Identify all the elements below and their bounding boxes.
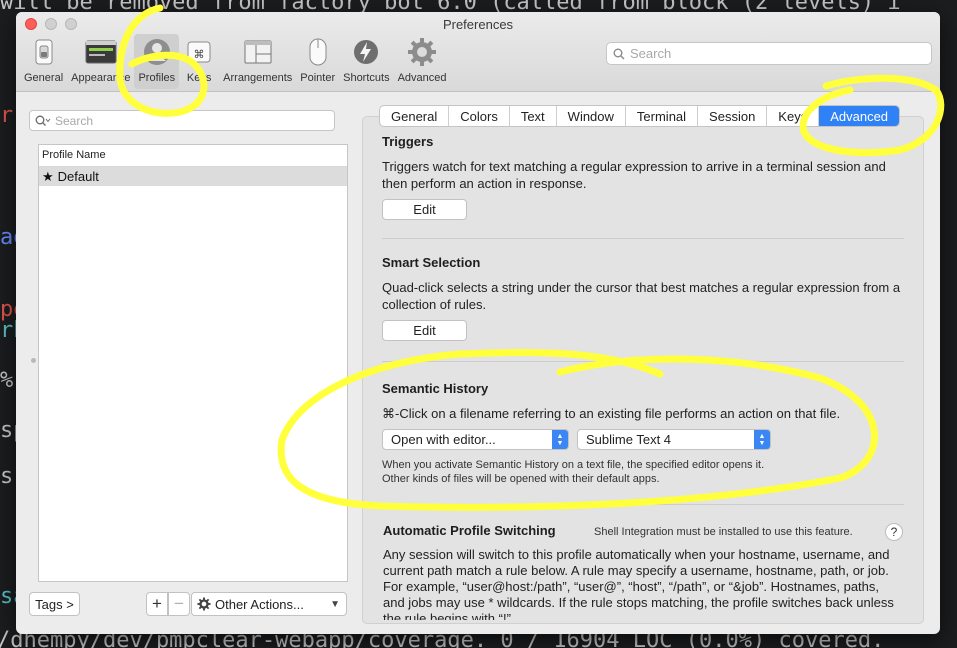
smart-selection-description: Quad-click selects a string under the cu… [382,280,901,312]
toolbar-label: General [24,72,64,84]
toolbar-pointer[interactable]: Pointer [296,34,339,89]
tab-session[interactable]: Session [698,106,768,126]
appearance-icon [85,36,117,68]
other-actions-label: Other Actions... [215,596,304,612]
toolbar-advanced[interactable]: Advanced [394,34,451,89]
tab-general[interactable]: General [380,106,450,126]
preferences-window: Preferences General Appearance Profiles [16,12,940,634]
tab-window[interactable]: Window [557,106,626,126]
semantic-history-editor-select[interactable]: Sublime Text 4 ▲ ▼ [577,429,771,450]
help-button[interactable]: ? [885,523,903,541]
search-icon [613,48,625,59]
toolbar-label: Shortcuts [343,72,390,84]
section-divider [382,504,904,505]
gear-icon [197,597,211,611]
preferences-toolbar: General Appearance Profiles ⌘ Keys Arran… [20,34,451,89]
remove-profile-button[interactable]: − [168,592,190,616]
select-value: Sublime Text 4 [586,432,672,447]
semantic-history-note: Other kinds of files will be opened with… [382,473,660,485]
tab-colors[interactable]: Colors [449,106,510,126]
svg-text:⌘: ⌘ [194,48,205,61]
semantic-history-title: Semantic History [382,381,489,396]
terminal-fragment: s [0,464,14,489]
tab-keys[interactable]: Keys [767,106,820,126]
add-profile-button[interactable]: + [146,592,168,616]
tab-terminal[interactable]: Terminal [626,106,699,126]
search-icon [35,115,51,126]
profile-list: Profile Name ★ Default [38,144,348,582]
lightning-icon [350,36,382,68]
toolbar-label: Keys [186,72,212,84]
toolbar-appearance[interactable]: Appearance [67,34,134,89]
up-down-arrows-icon: ▲ ▼ [552,430,568,449]
triggers-edit-button[interactable]: Edit [382,199,467,220]
window-title: Preferences [442,17,514,32]
smart-selection-edit-button[interactable]: Edit [382,320,467,341]
tags-button[interactable]: Tags > [29,592,80,616]
toolbar-label: Advanced [397,72,447,84]
command-key-icon: ⌘ [183,36,215,68]
toolbar-arrangements[interactable]: Arrangements [219,34,296,89]
profiles-icon [141,36,173,68]
gear-icon [406,36,438,68]
toolbar-label: Pointer [300,72,336,84]
semantic-history-note: When you activate Semantic History on a … [382,459,765,471]
semantic-history-action-select[interactable]: Open with editor... ▲ ▼ [382,429,569,450]
terminal-fragment: % [0,368,14,393]
auto-switching-description: Any session will switch to this profile … [383,547,894,620]
profile-tabs: General Colors Text Window Terminal Sess… [379,105,901,127]
smart-selection-title: Smart Selection [382,255,481,270]
section-divider [382,238,904,239]
toolbar-keys[interactable]: ⌘ Keys [179,34,219,89]
toolbar-label: Appearance [71,72,131,84]
shell-integration-note: Shell Integration must be installed to u… [594,526,853,538]
section-divider [382,361,904,362]
profile-name: Default [57,169,99,184]
chevron-down-icon: ▼ [330,598,340,610]
toolbar-shortcuts[interactable]: Shortcuts [339,34,393,89]
triggers-description: Triggers watch for text matching a regul… [382,159,886,191]
toolbar-general[interactable]: General [20,34,67,89]
select-value: Open with editor... [391,432,496,447]
search-placeholder: Search [630,46,672,61]
tab-advanced[interactable]: Advanced [819,106,900,126]
toolbar-profiles[interactable]: Profiles [134,34,180,89]
arrangements-icon [242,36,274,68]
triggers-title: Triggers [382,134,434,149]
mouse-icon [302,36,334,68]
other-actions-menu[interactable]: Other Actions... ▼ [191,592,347,616]
search-placeholder: Search [55,113,94,128]
profile-search-field[interactable]: Search [29,110,335,131]
toolbar-label: Profiles [138,72,176,84]
terminal-fragment: r [0,103,14,128]
up-down-arrows-icon: ▲ ▼ [754,430,770,449]
switch-icon [28,36,60,68]
semantic-history-description: ⌘-Click on a filename referring to an ex… [382,406,841,421]
toolbar-label: Arrangements [223,72,293,84]
column-header-profile-name[interactable]: Profile Name [39,145,347,167]
star-icon: ★ [42,168,54,184]
preferences-search-field[interactable]: Search [606,42,932,65]
split-view-handle[interactable] [31,358,36,363]
profile-row-default[interactable]: ★ Default [39,167,347,186]
tab-text[interactable]: Text [510,106,557,126]
auto-switching-title: Automatic Profile Switching [383,523,556,538]
title-bar: Preferences General Appearance Profiles [16,12,940,92]
